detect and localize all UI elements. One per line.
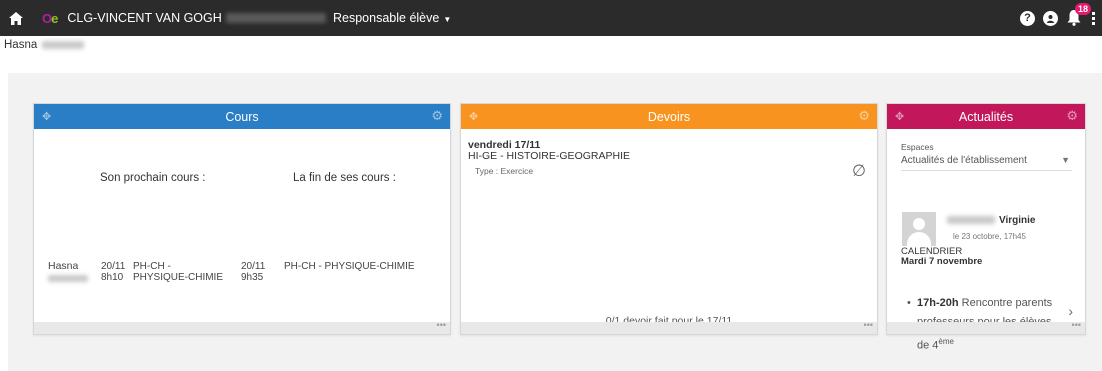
chevron-down-icon: ▼: [1061, 155, 1070, 165]
end-course-subject: PH-CH - PHYSIQUE-CHIMIE: [284, 261, 415, 272]
account-icon[interactable]: [1043, 10, 1058, 26]
caret-down-icon: ▼: [443, 15, 452, 24]
widget-more-dots[interactable]: •••: [887, 321, 1085, 334]
espaces-label: Espaces: [901, 142, 934, 152]
devoirs-title[interactable]: Devoirs: [648, 110, 690, 124]
help-icon[interactable]: ?: [1020, 10, 1035, 26]
end-course-datetime: 20/11 9h35: [241, 261, 266, 283]
redacted-student-last-name: [48, 274, 88, 282]
home-icon[interactable]: [0, 0, 32, 36]
devoirs-header: ✥ Devoirs ⚙: [461, 104, 877, 129]
event-sup: ème: [938, 337, 954, 346]
user-first-name: Hasna: [4, 39, 38, 51]
notifications-bell-icon[interactable]: 18: [1066, 3, 1091, 27]
widget-more-dots[interactable]: •••: [461, 321, 877, 334]
notification-count-badge: 18: [1074, 3, 1091, 15]
actualites-header: ✥ Actualités ⚙: [887, 104, 1085, 129]
pronote-logo[interactable]: Oe: [42, 11, 58, 26]
redacted-author-last-name: [947, 216, 995, 225]
news-timestamp: le 23 octobre, 17h45: [953, 232, 1026, 241]
gear-icon[interactable]: ⚙: [1066, 108, 1078, 124]
move-icon[interactable]: ✥: [469, 110, 478, 123]
homework-entry[interactable]: vendredi 17/11 HI-GE - HISTOIRE-GEOGRAPH…: [468, 140, 630, 162]
redacted-last-name: [42, 40, 85, 49]
news-headline: Mardi 7 novembre: [901, 256, 983, 267]
chevron-right-icon[interactable]: ›: [1068, 303, 1073, 319]
espaces-select[interactable]: Actualités de l'établissement ▼: [901, 155, 1072, 171]
news-heading: CALENDRIER Mardi 7 novembre: [901, 247, 982, 267]
widget-more-dots[interactable]: •••: [34, 321, 450, 334]
dashboard: ✥ Cours ⚙ Son prochain cours : La fin de…: [8, 73, 1102, 371]
next-course-subject: PH-CH - PHYSIQUE-CHIMIE: [133, 261, 224, 283]
cours-title[interactable]: Cours: [225, 110, 258, 124]
devoirs-widget: ✥ Devoirs ⚙ vendredi 17/11 HI-GE - HISTO…: [460, 103, 878, 335]
actualites-widget: ✥ Actualités ⚙ Espaces Actualités de l'é…: [886, 103, 1086, 352]
espaces-selected: Actualités de l'établissement: [901, 155, 1027, 166]
news-author: Virginie: [947, 215, 1036, 226]
next-course-label: Son prochain cours :: [100, 172, 206, 184]
move-icon[interactable]: ✥: [42, 110, 51, 123]
top-navbar: Oe CLG-VINCENT VAN GOGH Responsable élèv…: [0, 0, 1102, 36]
gear-icon[interactable]: ⚙: [858, 108, 870, 124]
event-time: 17h-20h: [917, 297, 959, 309]
role-selector[interactable]: Responsable élève ▼: [333, 11, 451, 25]
more-vert-icon[interactable]: [1092, 11, 1096, 25]
next-course-datetime: 20/11 8h10: [101, 261, 126, 283]
homework-type: Type : Exercice: [475, 166, 534, 176]
homework-subject: HI-GE - HISTOIRE-GEOGRAPHIE: [468, 150, 630, 162]
redacted-school-code: [225, 13, 326, 23]
gear-icon[interactable]: ⚙: [431, 108, 443, 124]
end-course-label: La fin de ses cours :: [293, 172, 396, 184]
role-label: Responsable élève: [333, 11, 440, 25]
cours-widget: ✥ Cours ⚙ Son prochain cours : La fin de…: [33, 103, 451, 335]
cours-header: ✥ Cours ⚙: [34, 104, 450, 129]
empty-set-icon[interactable]: ∅: [852, 161, 866, 181]
user-name: Hasna: [4, 39, 85, 51]
avatar: [902, 212, 936, 246]
school-name[interactable]: CLG-VINCENT VAN GOGH: [67, 11, 221, 25]
move-icon[interactable]: ✥: [895, 110, 904, 123]
student-name: Hasna: [48, 261, 88, 283]
actualites-title[interactable]: Actualités: [959, 110, 1013, 124]
